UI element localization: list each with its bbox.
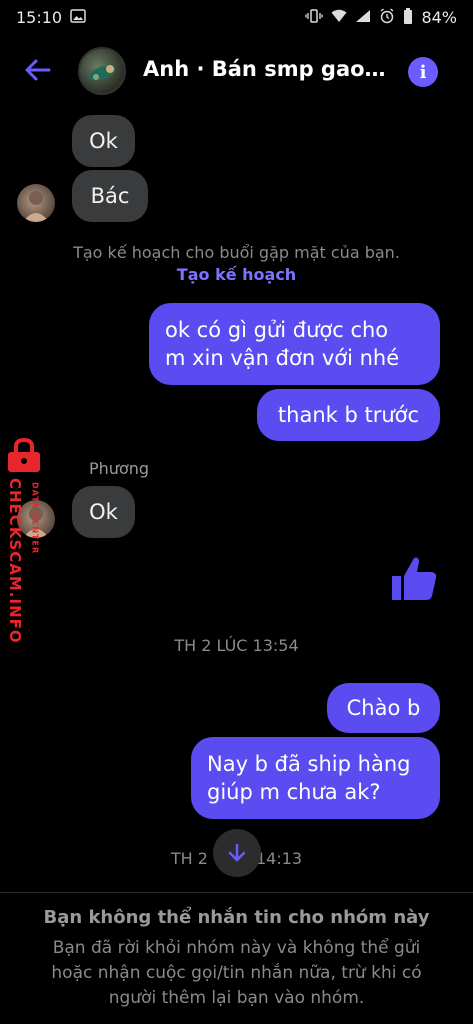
- message-text: thank b trước: [277, 403, 420, 427]
- message-text: Bác: [90, 184, 130, 208]
- footer-divider: [0, 892, 473, 893]
- message-text-line: giúp m chưa ak?: [207, 780, 381, 804]
- arrow-left-icon: [25, 59, 51, 81]
- cannot-message-title: Bạn không thể nhắn tin cho nhóm này: [43, 907, 430, 928]
- status-bar: 15:10 84%: [0, 0, 473, 34]
- battery-icon: [403, 7, 413, 27]
- system-message: Tạo kế hoạch cho buổi gặp mặt của bạn. T…: [0, 242, 473, 286]
- wifi-icon: [331, 9, 347, 26]
- lock-icon: [4, 437, 48, 474]
- timestamp: TH 2 LÚC 13:54: [174, 636, 299, 655]
- conversation-title[interactable]: Anh · Bán smp gao…: [143, 57, 386, 81]
- info-icon: i: [419, 61, 427, 83]
- message-text: Chào b: [346, 696, 421, 720]
- sender-avatar[interactable]: [17, 184, 55, 222]
- vibrate-icon: [305, 8, 324, 26]
- message-text: Ok: [89, 129, 118, 153]
- incoming-message[interactable]: Ok: [72, 486, 135, 538]
- battery-percent: 84%: [421, 7, 457, 27]
- watermark-sub-text: DATA CENTER: [30, 482, 40, 555]
- message-text-line: Nay b đã ship hàng: [207, 752, 411, 776]
- arrow-down-icon: [228, 843, 246, 862]
- group-avatar[interactable]: [78, 47, 126, 95]
- thumbs-up-icon[interactable]: [388, 552, 440, 604]
- gallery-notification-icon: [70, 8, 86, 26]
- incoming-message[interactable]: Ok: [72, 115, 135, 167]
- cannot-message-body: Bạn đã rời khỏi nhóm này và không thể gử…: [51, 938, 422, 1008]
- create-plan-link[interactable]: Tạo kế hoạch: [177, 265, 296, 284]
- incoming-message[interactable]: Bác: [72, 170, 148, 222]
- outgoing-message[interactable]: thank b trước: [257, 389, 440, 441]
- checkscam-watermark: CHECKSCAM.INFO DATA CENTER: [0, 437, 52, 668]
- signal-icon: [355, 9, 371, 26]
- alarm-icon: [379, 7, 395, 27]
- status-time: 15:10: [16, 7, 63, 27]
- scroll-to-bottom-button[interactable]: [213, 829, 261, 877]
- back-button[interactable]: [22, 54, 54, 86]
- outgoing-message[interactable]: ok có gì gửi được cho m xin vận đơn với …: [149, 303, 440, 385]
- outgoing-message[interactable]: Nay b đã ship hàng giúp m chưa ak?: [191, 737, 440, 819]
- message-text-line: ok có gì gửi được cho: [165, 318, 389, 342]
- timestamp-right: 14:13: [255, 849, 303, 868]
- message-text: Ok: [89, 500, 118, 524]
- info-button[interactable]: i: [408, 57, 438, 87]
- message-text-line: m xin vận đơn với nhé: [165, 346, 400, 370]
- sender-name: Phương: [89, 459, 150, 478]
- outgoing-message[interactable]: Chào b: [327, 683, 440, 733]
- watermark-main-text: CHECKSCAM.INFO: [6, 478, 24, 644]
- timestamp-left: TH 2: [170, 849, 208, 868]
- conversation-header: Anh · Bán smp gao… i: [0, 40, 473, 104]
- plan-prompt-text: Tạo kế hoạch cho buổi gặp mặt của bạn.: [73, 243, 400, 262]
